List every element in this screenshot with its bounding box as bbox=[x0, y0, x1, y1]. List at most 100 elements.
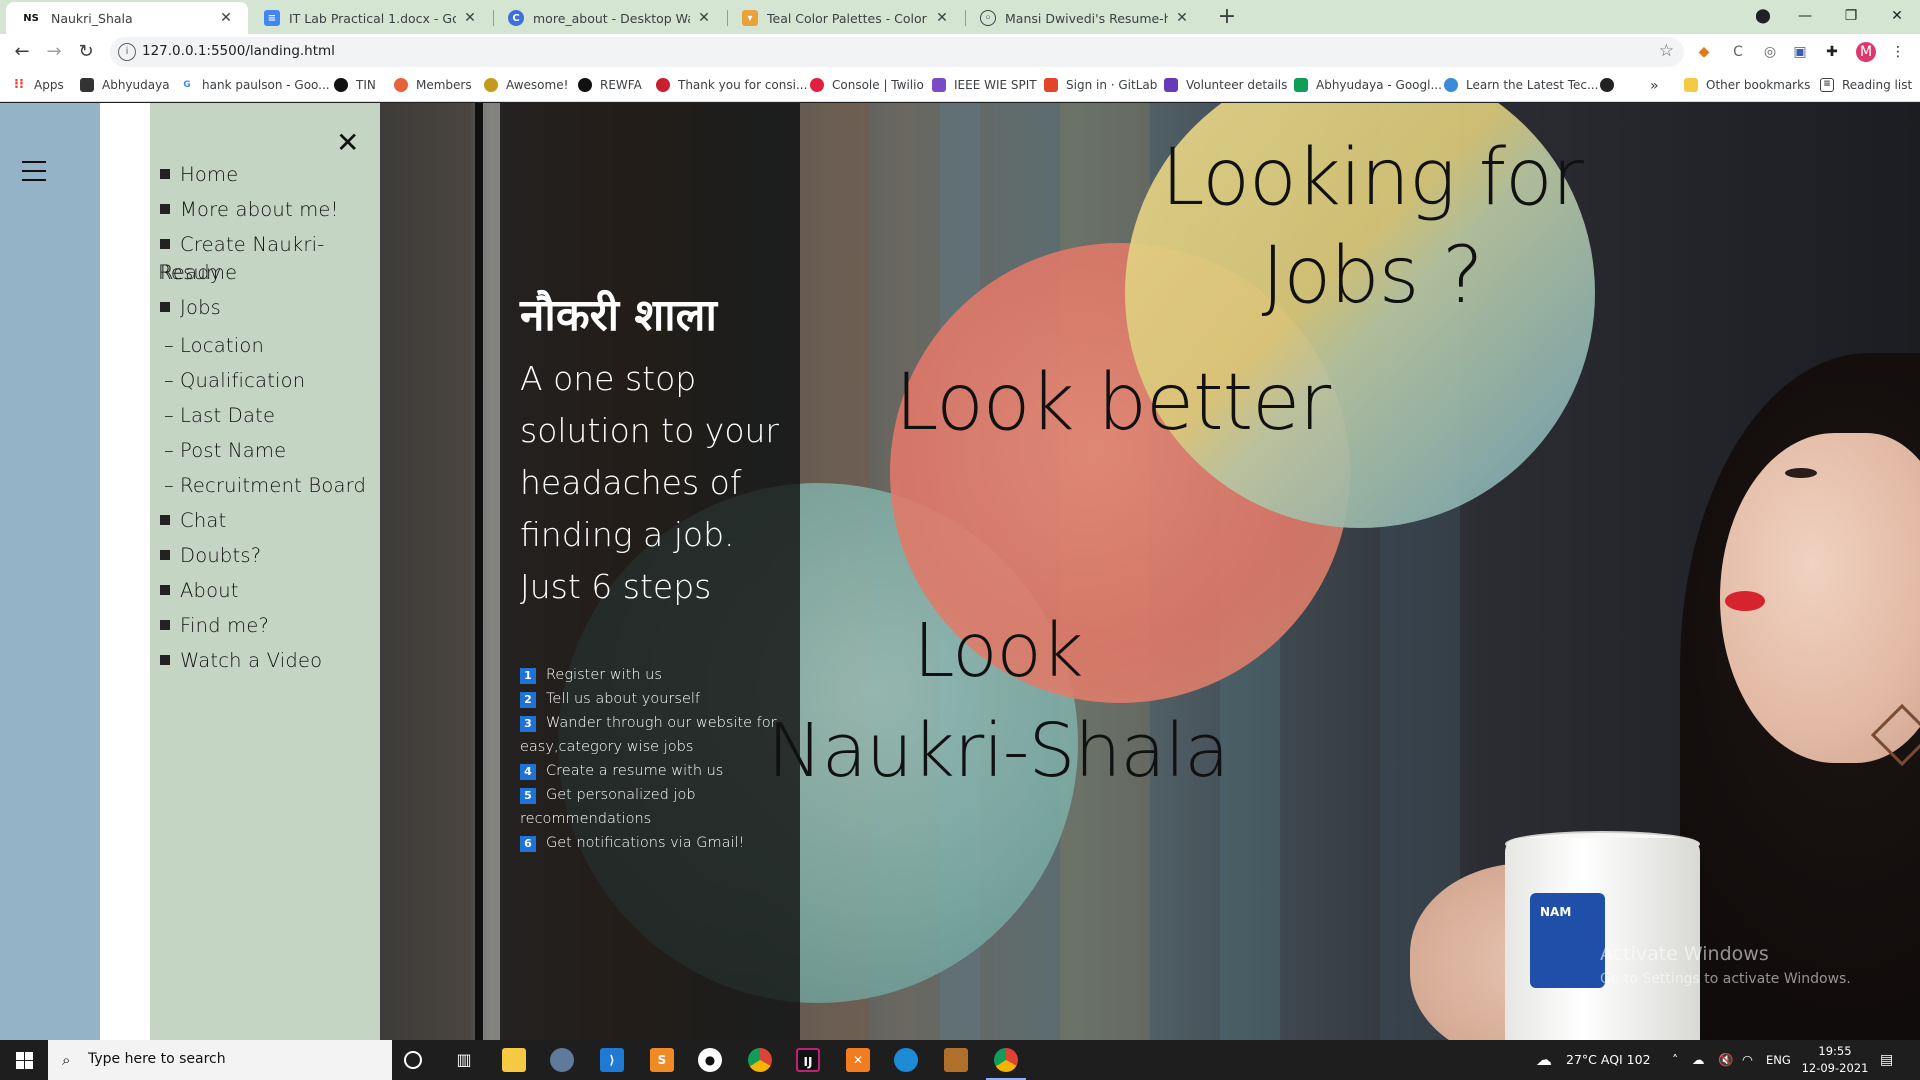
close-tab-icon[interactable]: ✕ bbox=[934, 10, 950, 26]
url-text[interactable]: 127.0.0.1:5500/landing.html bbox=[142, 43, 335, 59]
tab-title: more_about - Desktop Wallpaper bbox=[533, 10, 690, 26]
restore-button[interactable]: ❐ bbox=[1828, 0, 1874, 32]
chrome-active-icon[interactable] bbox=[994, 1048, 1018, 1072]
side-navigation: ✕ Home More about me! Create Naukri-Read… bbox=[150, 103, 380, 1040]
bookmarks-overflow-button[interactable]: » bbox=[1650, 78, 1659, 94]
close-menu-icon[interactable]: ✕ bbox=[336, 129, 359, 157]
weather-text[interactable]: 27°C AQI 102 bbox=[1566, 1040, 1651, 1080]
extension-circle-icon[interactable]: ◎ bbox=[1760, 42, 1780, 62]
task-view-icon[interactable]: ▥ bbox=[452, 1048, 476, 1072]
minimize-button[interactable]: — bbox=[1782, 0, 1828, 32]
bookmark-star-icon[interactable]: ☆ bbox=[1659, 41, 1674, 61]
nav-post-name[interactable]: Post Name bbox=[164, 437, 286, 465]
tab-more-about[interactable]: C more_about - Desktop Wallpaper ✕ bbox=[494, 2, 726, 34]
language-indicator[interactable]: ENG bbox=[1766, 1040, 1791, 1080]
extension-c-icon[interactable]: C bbox=[1728, 42, 1748, 62]
awesome-icon bbox=[484, 78, 498, 92]
extensions-puzzle-icon[interactable]: ✚ bbox=[1822, 42, 1842, 62]
sublime-icon[interactable]: S bbox=[650, 1048, 674, 1072]
bookmark-members[interactable]: Members bbox=[394, 78, 472, 92]
bookmark-rewfa[interactable]: REWFA bbox=[578, 78, 642, 92]
bookmark-learn[interactable]: Learn the Latest Tec... bbox=[1444, 78, 1598, 92]
bookmark-gitlab[interactable]: Sign in · GitLab bbox=[1044, 78, 1157, 92]
google-icon: G bbox=[183, 80, 191, 90]
bookmark-hank-paulson[interactable]: Ghank paulson - Goo... bbox=[180, 78, 329, 92]
tab-it-lab[interactable]: ≡ IT Lab Practical 1.docx - Google D ✕ bbox=[250, 2, 492, 34]
close-tab-icon[interactable]: ✕ bbox=[218, 10, 234, 26]
nav-jobs[interactable]: Jobs bbox=[160, 294, 221, 322]
notifications-icon[interactable]: ▤ bbox=[1880, 1040, 1893, 1080]
git-app-icon[interactable]: ● bbox=[698, 1048, 722, 1072]
step-item: 4 Create a resume with us bbox=[520, 759, 820, 783]
address-bar[interactable]: i 127.0.0.1:5500/landing.html ☆ bbox=[110, 37, 1684, 67]
new-tab-button[interactable]: + bbox=[1213, 4, 1241, 32]
nav-more-about-me[interactable]: More about me! bbox=[160, 196, 339, 224]
tab-naukri-shala[interactable]: NS Naukri_Shala ✕ bbox=[6, 2, 248, 34]
nav-chat[interactable]: Chat bbox=[160, 507, 226, 535]
bookmark-awesome[interactable]: Awesome! bbox=[484, 78, 568, 92]
udemy-icon bbox=[1444, 78, 1458, 92]
other-bookmarks[interactable]: Other bookmarks bbox=[1684, 78, 1810, 92]
vscode-icon[interactable]: ⟩ bbox=[600, 1048, 624, 1072]
tab-resume[interactable]: ◦ Mansi Dwivedi's Resume-hacker ✕ bbox=[966, 2, 1204, 34]
metamask-icon[interactable]: ◆ bbox=[1694, 42, 1714, 62]
forward-icon[interactable]: → bbox=[42, 40, 66, 64]
nav-doubts[interactable]: Doubts? bbox=[160, 542, 261, 570]
nav-about[interactable]: About bbox=[160, 577, 239, 605]
bookmark-ieee[interactable]: IEEE WIE SPIT bbox=[932, 78, 1037, 92]
tab-color-hunt[interactable]: ▾ Teal Color Palettes - Color Hunt ✕ bbox=[728, 2, 964, 34]
close-tab-icon[interactable]: ✕ bbox=[696, 10, 712, 26]
heading-jobs: Jobs ? bbox=[1261, 231, 1483, 321]
bookmark-apps[interactable]: ⁝⁝ Apps bbox=[12, 78, 64, 93]
nav-last-date[interactable]: Last Date bbox=[164, 402, 275, 430]
extension-blue-icon[interactable]: ▣ bbox=[1790, 42, 1810, 62]
nav-qualification[interactable]: Qualification bbox=[164, 367, 305, 395]
nav-location[interactable]: Location bbox=[164, 332, 264, 360]
step-item: 5 Get personalized job recommendations bbox=[520, 787, 696, 827]
close-tab-icon[interactable]: ✕ bbox=[462, 10, 478, 26]
step-item: 3 Wander through our website for easy,cat… bbox=[520, 715, 777, 755]
windows-start-icon[interactable] bbox=[0, 1040, 48, 1080]
xampp-icon[interactable]: ✕ bbox=[846, 1048, 870, 1072]
app-bird-icon[interactable] bbox=[550, 1048, 574, 1072]
file-explorer-icon[interactable] bbox=[502, 1048, 526, 1072]
bookmark-extra[interactable] bbox=[1600, 78, 1622, 92]
close-window-button[interactable]: ✕ bbox=[1874, 0, 1920, 32]
package-icon[interactable] bbox=[944, 1048, 968, 1072]
nav-recruitment-board[interactable]: Recruitment Board bbox=[164, 472, 366, 500]
profile-avatar[interactable]: M bbox=[1856, 42, 1876, 62]
wifi-icon[interactable]: ◠ bbox=[1742, 1040, 1753, 1080]
close-tab-icon[interactable]: ✕ bbox=[1174, 10, 1190, 26]
onedrive-icon[interactable]: ☁ bbox=[1692, 1040, 1705, 1080]
nav-watch-video[interactable]: Watch a Video bbox=[160, 647, 322, 675]
back-icon[interactable]: ← bbox=[10, 40, 34, 64]
weather-icon[interactable]: ☁ bbox=[1536, 1040, 1552, 1080]
tin-icon bbox=[334, 78, 348, 92]
volume-muted-icon[interactable]: 🔇 bbox=[1718, 1040, 1734, 1080]
bookmarks-bar: ⁝⁝ Apps Abhyudaya Ghank paulson - Goo... … bbox=[0, 70, 1920, 102]
bookmark-abhyudaya[interactable]: Abhyudaya bbox=[80, 78, 170, 92]
menu-kebab-icon[interactable]: ⋮ bbox=[1888, 42, 1908, 62]
taskbar-search[interactable]: ⌕ Type here to search bbox=[48, 1040, 392, 1080]
show-hidden-icons[interactable]: ˄ bbox=[1672, 1040, 1678, 1080]
site-info-icon[interactable]: i bbox=[118, 43, 136, 61]
forms-icon bbox=[1164, 78, 1178, 92]
bookmark-thank-you[interactable]: Thank you for consi... bbox=[656, 78, 807, 92]
tab-search-icon[interactable]: ⬤ bbox=[1740, 0, 1786, 32]
nav-home[interactable]: Home bbox=[160, 161, 238, 189]
chrome-icon[interactable] bbox=[748, 1048, 772, 1072]
bookmark-abhyudaya-google[interactable]: Abhyudaya - Googl... bbox=[1294, 78, 1442, 92]
jetbrains-icon[interactable]: IJ bbox=[796, 1048, 820, 1072]
reload-icon[interactable]: ↻ bbox=[74, 40, 98, 64]
cortana-icon[interactable] bbox=[404, 1051, 422, 1069]
clock[interactable]: 19:55 12-09-2021 bbox=[1800, 1043, 1870, 1077]
dark-circle-icon bbox=[1600, 78, 1614, 92]
bookmark-tin[interactable]: TIN bbox=[334, 78, 376, 92]
hamburger-menu-icon[interactable] bbox=[22, 161, 46, 188]
bookmark-volunteer[interactable]: Volunteer details bbox=[1164, 78, 1287, 92]
nav-create-resume-cont[interactable]: Resume bbox=[158, 259, 237, 287]
nav-find-me[interactable]: Find me? bbox=[160, 612, 269, 640]
bookmark-twilio[interactable]: Console | Twilio bbox=[810, 78, 924, 92]
edge-icon[interactable] bbox=[894, 1048, 918, 1072]
reading-list[interactable]: ≡ Reading list bbox=[1820, 78, 1912, 92]
